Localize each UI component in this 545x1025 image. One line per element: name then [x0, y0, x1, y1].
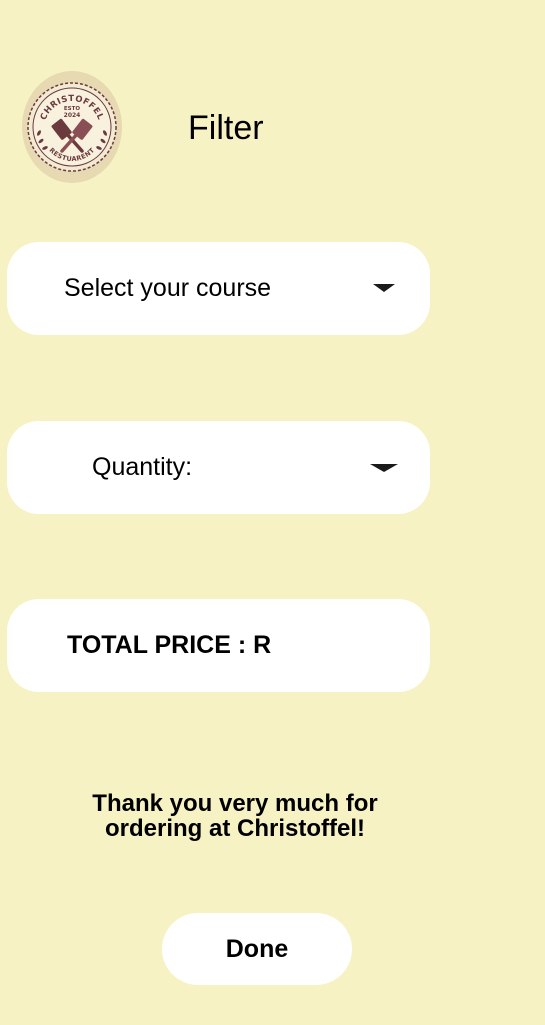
quantity-select-dropdown[interactable]: Quantity:	[7, 421, 430, 514]
restaurant-logo-icon: CHRISTOFFEL RESTUARENT ESTO 2024	[22, 71, 122, 183]
chevron-down-icon[interactable]	[370, 464, 398, 472]
course-select-dropdown[interactable]: Select your course	[7, 242, 430, 335]
restaurant-logo: CHRISTOFFEL RESTUARENT ESTO 2024	[22, 71, 122, 183]
total-price-label: TOTAL PRICE : R	[67, 631, 272, 659]
quantity-select-label: Quantity:	[92, 453, 193, 481]
thank-you-line-2: ordering at Christoffel!	[104, 815, 365, 842]
done-button[interactable]: Done	[162, 913, 352, 985]
thank-you-line-1: Thank you very much for	[92, 790, 378, 817]
chevron-down-icon[interactable]	[373, 284, 395, 292]
thank-you-message: Thank you very much for ordering at Chri…	[60, 791, 410, 841]
course-select-label: Select your course	[64, 274, 272, 302]
logo-year-text: 2024	[64, 112, 81, 119]
page-title: Filter	[188, 109, 264, 147]
total-price-box: TOTAL PRICE : R	[7, 599, 430, 692]
